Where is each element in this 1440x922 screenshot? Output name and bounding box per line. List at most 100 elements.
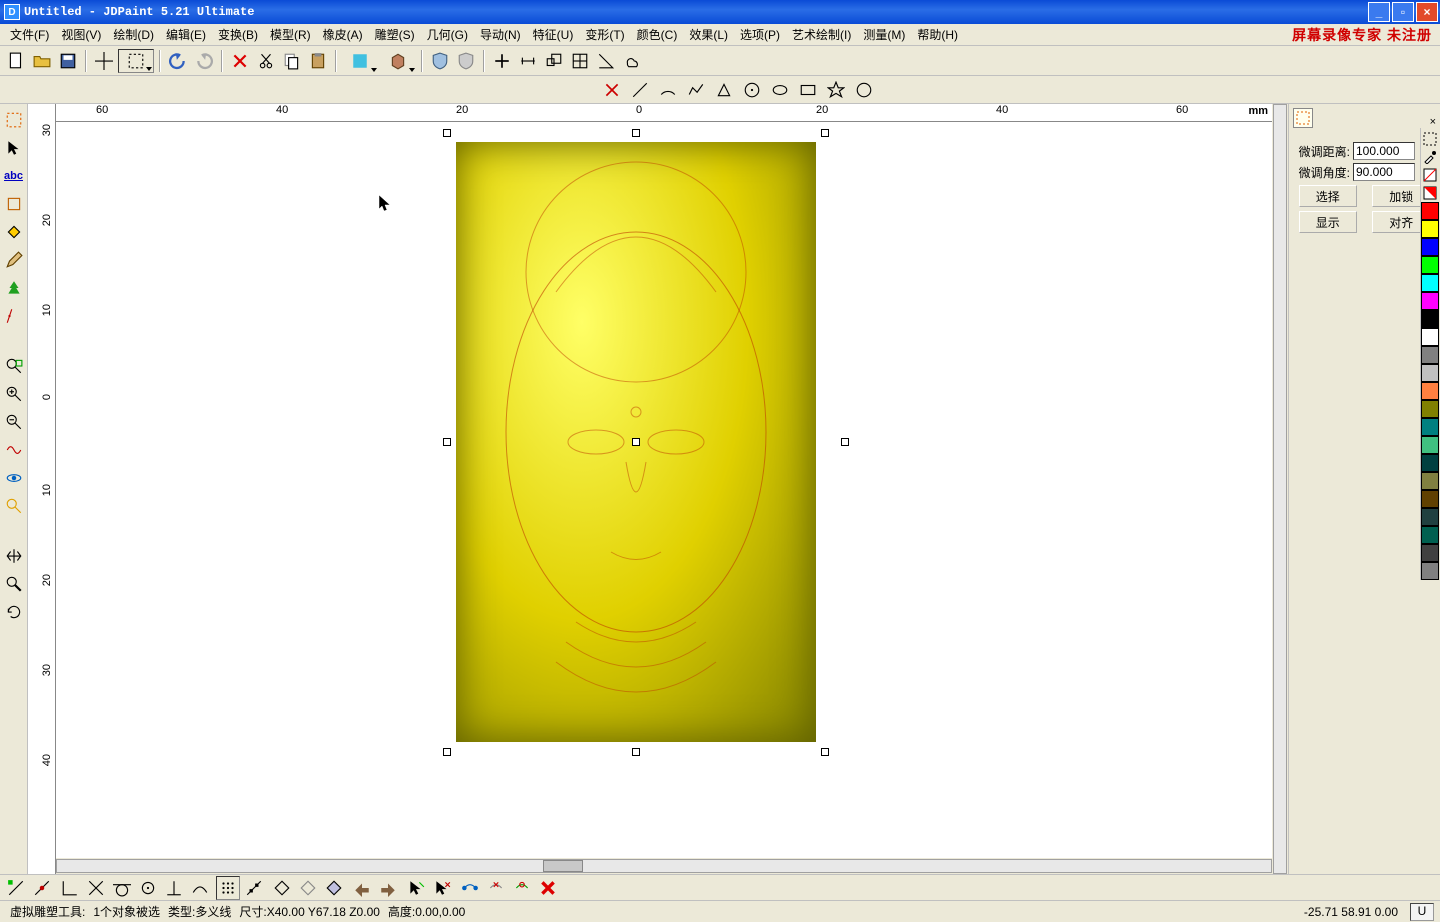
menu-artdraw[interactable]: 艺术绘制(I) [786,24,857,45]
cancel2-button[interactable] [536,876,560,900]
color-swatch[interactable] [1421,490,1439,508]
node-snap-button[interactable] [242,876,266,900]
rect-tool[interactable] [796,78,820,102]
plus-button[interactable] [490,49,514,73]
angle-button[interactable] [594,49,618,73]
no-color-icon[interactable] [1421,166,1439,184]
half-color-icon[interactable] [1421,184,1439,202]
show-button[interactable]: 显示 [1299,211,1357,233]
zoom-tool[interactable] [2,572,26,596]
menu-model[interactable]: 模型(R) [264,24,317,45]
color-swatch[interactable] [1421,310,1439,328]
status-u-button[interactable]: U [1410,903,1434,921]
palette-select-icon[interactable] [1421,130,1439,148]
dist-input[interactable] [1353,142,1415,160]
color-swatch[interactable] [1421,544,1439,562]
link2-button[interactable] [484,876,508,900]
handle-s[interactable] [632,748,640,756]
snap-end-button[interactable] [4,876,28,900]
crosshair-button[interactable] [92,49,116,73]
snap-corner-button[interactable] [58,876,82,900]
color-swatch[interactable] [1421,418,1439,436]
delete-button[interactable] [228,49,252,73]
diamond1-button[interactable] [270,876,294,900]
zoom-fit-tool[interactable] [2,354,26,378]
menu-options[interactable]: 选项(P) [734,24,786,45]
pencil-tool[interactable] [2,248,26,272]
wave-tool[interactable] [2,438,26,462]
select-rect-tool[interactable] [2,108,26,132]
grid-button[interactable] [568,49,592,73]
triangle-tool[interactable] [712,78,736,102]
material-button[interactable] [342,49,378,73]
maximize-button[interactable]: ▫ [1392,2,1414,22]
menu-effect[interactable]: 效果(L) [683,24,734,45]
menu-view[interactable]: 视图(V) [55,24,107,45]
menu-sculpt[interactable]: 雕塑(S) [369,24,421,45]
rotate-tool[interactable] [2,600,26,624]
diamond3-button[interactable] [322,876,346,900]
save-file-button[interactable] [56,49,80,73]
snap-intersect-button[interactable] [84,876,108,900]
menu-help[interactable]: 帮助(H) [911,24,964,45]
handle-e[interactable] [841,438,849,446]
color-swatch[interactable] [1421,400,1439,418]
menu-feature[interactable]: 特征(U) [527,24,580,45]
color-swatch[interactable] [1421,436,1439,454]
snap-tangent-button[interactable] [110,876,134,900]
snap-near-button[interactable] [188,876,212,900]
open-file-button[interactable] [30,49,54,73]
handle-ne[interactable] [821,129,829,137]
color-swatch[interactable] [1421,292,1439,310]
vertical-scrollbar[interactable] [1272,104,1288,874]
snap-center-button[interactable] [136,876,160,900]
circle2-tool[interactable] [852,78,876,102]
minimize-button[interactable]: _ [1368,2,1390,22]
pick1-button[interactable] [404,876,428,900]
copy-button[interactable] [280,49,304,73]
redo-button[interactable] [192,49,216,73]
bounds-tool[interactable] [2,192,26,216]
handle-nw[interactable] [443,129,451,137]
angle-input[interactable] [1353,163,1415,181]
tree-tool[interactable] [2,276,26,300]
link1-button[interactable] [458,876,482,900]
menu-eraser[interactable]: 橡皮(A) [317,24,369,45]
export1-button[interactable] [350,876,374,900]
new-file-button[interactable] [4,49,28,73]
text-tool[interactable]: abc [2,164,26,188]
scale-button[interactable] [542,49,566,73]
menu-edit[interactable]: 编辑(E) [160,24,212,45]
menu-draw[interactable]: 绘制(D) [107,24,160,45]
menu-measure[interactable]: 测量(M) [857,24,911,45]
menu-color[interactable]: 颜色(C) [631,24,684,45]
panel-tab-icon[interactable] [1293,108,1313,128]
color-swatch[interactable] [1421,256,1439,274]
arc-tool[interactable] [656,78,680,102]
handle-sw[interactable] [443,748,451,756]
zoom-region-tool[interactable] [2,494,26,518]
selection-mode-button[interactable] [118,49,154,73]
close-button[interactable]: × [1416,2,1438,22]
zoom-in-tool[interactable] [2,382,26,406]
color-swatch[interactable] [1421,274,1439,292]
grid-snap-button[interactable] [216,876,240,900]
color-swatch[interactable] [1421,346,1439,364]
menu-file[interactable]: 文件(F) [4,24,55,45]
box-button[interactable] [380,49,416,73]
handle-w[interactable] [443,438,451,446]
handle-c[interactable] [632,438,640,446]
snap-mid-button[interactable] [30,876,54,900]
eye-tool[interactable] [2,466,26,490]
menu-transform[interactable]: 变换(B) [212,24,264,45]
color-swatch[interactable] [1421,562,1439,580]
line-tool[interactable] [628,78,652,102]
handle-n[interactable] [632,129,640,137]
export2-button[interactable] [376,876,400,900]
pick2-button[interactable] [430,876,454,900]
diamond2-button[interactable] [296,876,320,900]
select-button[interactable]: 选择 [1299,185,1357,207]
polyline-tool[interactable] [684,78,708,102]
zoom-out-tool[interactable] [2,410,26,434]
menu-guide[interactable]: 导动(N) [474,24,527,45]
